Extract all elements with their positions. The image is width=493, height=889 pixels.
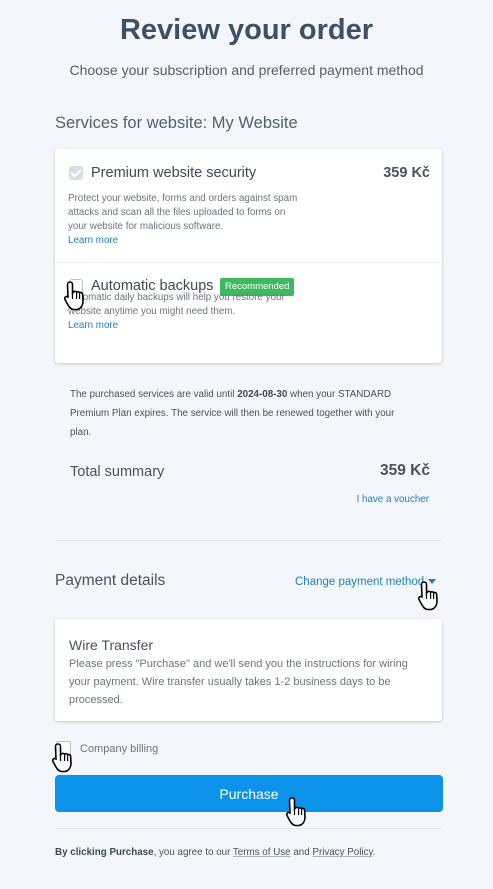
learn-more-link[interactable]: Learn more	[68, 320, 118, 331]
company-billing-label[interactable]: Company billing	[80, 743, 158, 755]
divider	[55, 540, 442, 541]
services-section-title: Services for website: My Website	[55, 114, 298, 132]
hand-cursor-icon	[63, 281, 84, 311]
privacy-policy-link[interactable]: Privacy Policy	[312, 847, 372, 858]
services-card: Premium website security 359 Kč Protect …	[55, 149, 442, 363]
terms-bold: By clicking Purchase	[55, 847, 154, 858]
learn-more-link[interactable]: Learn more	[68, 235, 118, 246]
validity-date: 2024-08-30	[237, 389, 288, 400]
terms-and: and	[290, 847, 313, 858]
validity-note: The purchased services are valid until 2…	[70, 385, 415, 442]
service-price: 359 Kč	[383, 165, 430, 181]
payment-details-title: Payment details	[55, 572, 166, 589]
change-payment-method-label: Change payment method	[295, 576, 425, 588]
payment-method-title: Wire Transfer	[69, 637, 154, 653]
page-subtitle: Choose your subscription and preferred p…	[69, 62, 424, 78]
change-payment-method-link[interactable]: Change payment method	[295, 576, 437, 588]
service-item-security: Premium website security 359 Kč Protect …	[55, 149, 442, 263]
terms-of-use-link[interactable]: Terms of Use	[233, 847, 291, 858]
page-title: Review your order	[119, 14, 374, 46]
service-description: Automatic daily backups will help you re…	[68, 291, 303, 333]
hand-cursor-icon	[51, 743, 72, 773]
service-description-text: Protect your website, forms and orders a…	[68, 193, 298, 232]
payment-method-description: Please press "Purchase" and we'll send y…	[69, 658, 408, 706]
total-summary-value: 359 Kč	[380, 462, 430, 479]
hand-cursor-icon	[417, 581, 438, 611]
terms-middle: , you agree to our	[153, 847, 233, 858]
service-description-text: Automatic daily backups will help you re…	[68, 292, 285, 317]
payment-method-card: Wire Transfer Please press "Purchase" an…	[55, 619, 442, 721]
terms-end: .	[372, 847, 376, 858]
terms-text: By clicking Purchase, you agree to our T…	[55, 847, 375, 858]
hand-cursor-icon	[285, 797, 306, 827]
security-checkbox[interactable]	[69, 166, 83, 180]
total-summary-label: Total summary	[70, 464, 165, 480]
validity-note-before: The purchased services are valid until	[70, 389, 238, 400]
service-description: Protect your website, forms and orders a…	[68, 192, 303, 248]
purchase-button[interactable]: Purchase	[55, 775, 443, 812]
divider	[55, 828, 442, 829]
service-name: Premium website security	[91, 165, 257, 181]
service-item-backups: Automatic backups Recommended Automatic …	[55, 262, 442, 363]
voucher-link[interactable]: I have a voucher	[357, 494, 429, 505]
